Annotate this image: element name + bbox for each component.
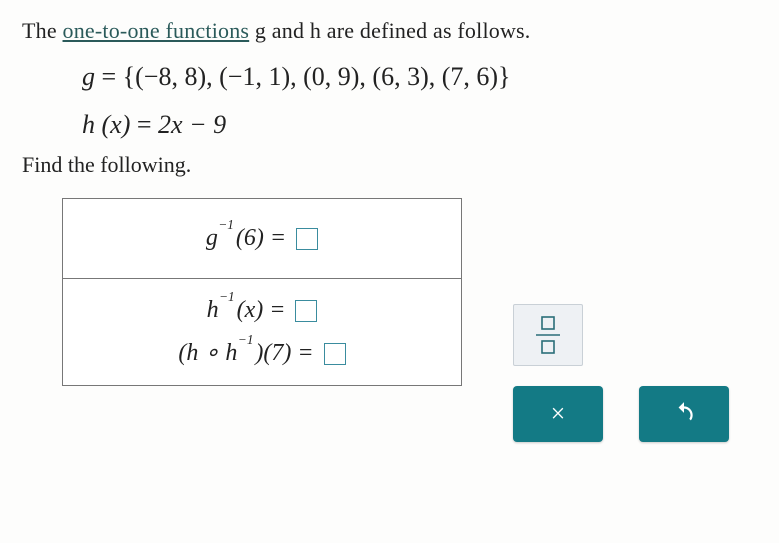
equation-g-inverse: g−1 (6) = (63, 199, 462, 279)
cancel-button[interactable]: × (513, 386, 603, 442)
one-to-one-link[interactable]: one-to-one functions (63, 18, 250, 43)
h-lhs: h (x) (82, 110, 130, 139)
definition-g: g = {(−8, 8), (−1, 1), (0, 9), (6, 3), (… (82, 62, 757, 92)
fraction-icon (534, 315, 562, 355)
answer-input-comp[interactable] (324, 343, 346, 365)
equation-h-inverse: h−1 (x) = (75, 297, 449, 324)
find-instruction: Find the following. (22, 152, 757, 178)
prompt-suffix: g and h are defined as follows. (249, 18, 530, 43)
g-lhs: g (82, 62, 95, 91)
reset-button[interactable] (639, 386, 729, 442)
definition-h: h (x) = 2x − 9 (82, 110, 757, 140)
g-rhs: {(−8, 8), (−1, 1), (0, 9), (6, 3), (7, 6… (123, 62, 511, 91)
reset-icon (671, 401, 697, 427)
equation-composition: (h ∘ h−1 )(7) = (75, 338, 449, 367)
prompt-prefix: The (22, 18, 63, 43)
answer-input-g[interactable] (296, 228, 318, 250)
close-icon: × (551, 399, 566, 429)
table-row: h−1 (x) = (h ∘ h−1 )(7) = (63, 279, 462, 386)
h-rhs: 2x − 9 (158, 110, 226, 139)
answer-input-h[interactable] (295, 300, 317, 322)
table-row: g−1 (6) = (63, 199, 462, 279)
control-panel: × (513, 304, 743, 442)
problem-statement: The one-to-one functions g and h are def… (22, 18, 757, 44)
answer-table: g−1 (6) = h−1 (x) = (h ∘ h−1 )(7) = (62, 198, 462, 386)
fraction-button[interactable] (513, 304, 583, 366)
